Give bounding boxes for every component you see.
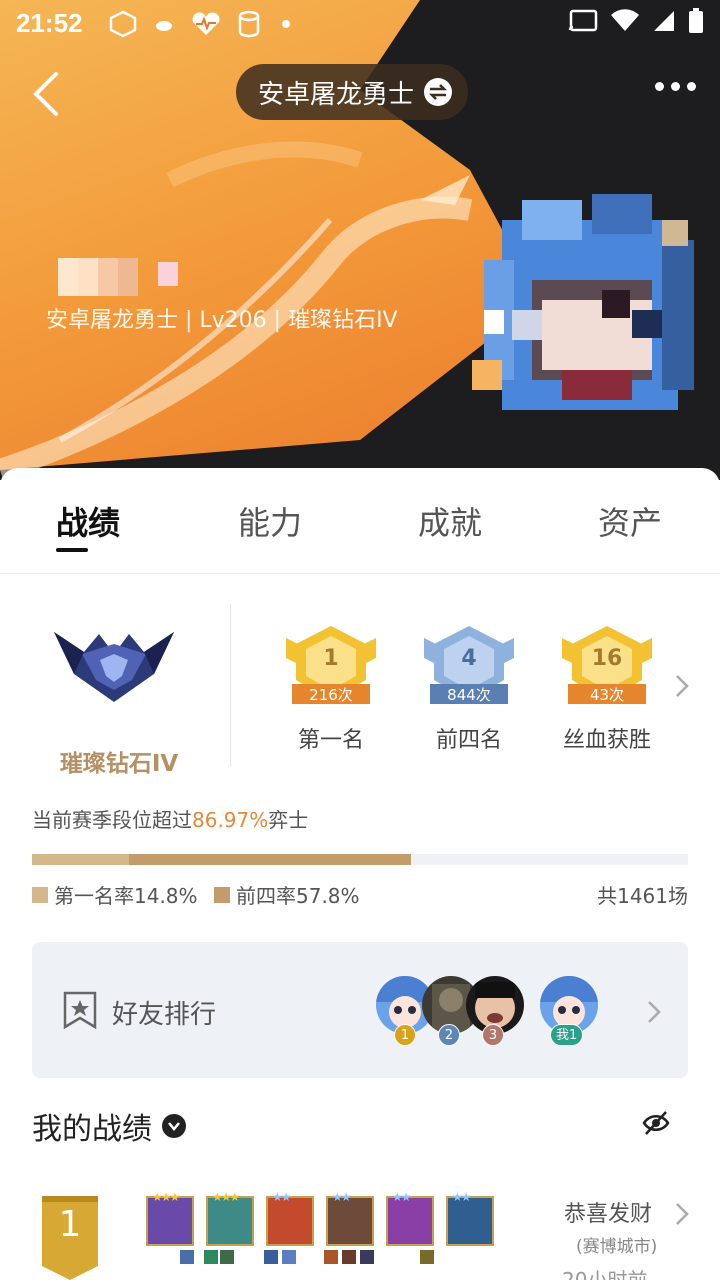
- total-games: 共1461场: [597, 884, 688, 908]
- match-player-name: 恭喜发财: [564, 1202, 653, 1227]
- more-options-button[interactable]: [655, 82, 696, 91]
- season-percentile: 当前赛季段位超过86.97%弈士: [32, 808, 309, 832]
- chevron-right-icon[interactable]: [672, 1200, 692, 1228]
- profile-summary: 安卓屠龙勇士 | Lv206 | 璀璨钻石IV: [46, 308, 398, 333]
- star-icon: ★★: [272, 1190, 291, 1204]
- page-title: 安卓屠龙勇士: [258, 79, 415, 110]
- legend-first-rate: 第一名率14.8%: [32, 880, 198, 909]
- item-icon: [420, 1250, 434, 1264]
- diamond-rank-emblem-icon: [54, 632, 174, 702]
- badge-count: 844次: [447, 686, 491, 704]
- active-tab-indicator: [56, 548, 88, 552]
- status-notification-icons: [108, 10, 292, 38]
- placement-flag: 1: [42, 1196, 98, 1280]
- champion-card[interactable]: ★★: [446, 1190, 494, 1246]
- database-icon: [238, 10, 260, 38]
- star-icon: ★★: [332, 1190, 351, 1204]
- legend-swatch: [32, 886, 48, 903]
- champion-card[interactable]: ★★: [326, 1190, 374, 1246]
- heartbeat-icon: [192, 12, 220, 36]
- badge-low-hp-win[interactable]: 16 43次: [560, 624, 654, 710]
- friend-rank-badge: 2: [438, 1024, 460, 1046]
- badge-top-four[interactable]: 4 844次: [422, 624, 516, 710]
- profile-header: 21:52 安卓屠龙勇士 安卓屠龙勇士 | Lv206 | 璀璨钻石IV: [0, 0, 720, 480]
- item-icon: [264, 1250, 278, 1264]
- friends-ranking-label: 好友排行: [112, 1000, 217, 1030]
- tab-records[interactable]: 战绩: [56, 498, 120, 544]
- badge-number: 16: [591, 646, 623, 671]
- tab-ability[interactable]: 能力: [238, 498, 302, 544]
- chevron-right-icon: [648, 1001, 661, 1023]
- nickname-pixelated: [58, 258, 178, 296]
- signal-icon: [654, 11, 674, 31]
- match-time: 20小时前: [562, 1268, 648, 1280]
- champion-card[interactable]: ★★: [266, 1190, 314, 1246]
- tab-achievements[interactable]: 成就: [418, 498, 482, 544]
- app-notification-icon: [109, 10, 137, 38]
- champion-card[interactable]: ★★: [386, 1190, 434, 1246]
- friend-rank-badge: 3: [482, 1024, 504, 1046]
- badge-number: 1: [323, 646, 339, 671]
- badge-label: 丝血获胜: [562, 728, 651, 753]
- chevron-left-icon: [33, 72, 58, 116]
- item-icon: [220, 1250, 234, 1264]
- status-bar: 21:52: [0, 0, 720, 50]
- star-icon: ★★★: [152, 1190, 180, 1204]
- status-time: 21:52: [16, 8, 83, 38]
- badge-count: 216次: [309, 686, 353, 704]
- star-icon: ★★: [392, 1190, 411, 1204]
- avatar[interactable]: [472, 180, 708, 430]
- back-button[interactable]: [26, 68, 72, 120]
- item-icon: [324, 1250, 338, 1264]
- item-icon: [282, 1250, 296, 1264]
- cast-icon: [568, 9, 598, 32]
- my-rank-badge: 我1: [550, 1024, 584, 1046]
- legend-top4-rate: 前四率57.8%: [214, 880, 360, 909]
- item-icon: [180, 1250, 194, 1264]
- badge-label: 第一名: [297, 728, 364, 753]
- swap-icon: [424, 78, 453, 106]
- friends-ranking-card[interactable]: 好友排行 1 2 3 我1: [32, 942, 688, 1078]
- item-icon: [204, 1250, 218, 1264]
- item-icon: [360, 1250, 374, 1264]
- star-icon: ★★★: [212, 1190, 240, 1204]
- percentile-value: 86.97%: [192, 808, 269, 832]
- match-mode: (赛博城市): [576, 1237, 658, 1257]
- tab-assets[interactable]: 资产: [598, 498, 662, 544]
- legend-swatch: [214, 886, 230, 903]
- badge-first-place[interactable]: 1 216次: [284, 624, 378, 710]
- placement-rate-bar: [32, 854, 688, 865]
- badge-label: 前四名: [435, 728, 502, 753]
- eye-off-icon[interactable]: [642, 1110, 670, 1136]
- battery-icon: [689, 8, 703, 33]
- chevron-down-icon[interactable]: [162, 1114, 186, 1138]
- first-rate-segment: [32, 854, 129, 865]
- star-icon: ★★: [452, 1190, 471, 1204]
- badge-number: 4: [461, 646, 477, 671]
- wifi-icon: [611, 9, 639, 31]
- champion-card[interactable]: ★★★: [146, 1190, 194, 1246]
- my-records-title: 我的战绩: [32, 1112, 152, 1147]
- rank-name: 璀璨钻石IV: [59, 751, 179, 777]
- account-switcher[interactable]: 安卓屠龙勇士: [236, 64, 469, 120]
- friend-rank-badge: 1: [394, 1024, 416, 1046]
- chevron-right-icon[interactable]: [672, 672, 692, 700]
- champion-card[interactable]: ★★★: [206, 1190, 254, 1246]
- dot-icon: [282, 20, 290, 28]
- divider: [230, 604, 231, 766]
- my-records-header[interactable]: 我的战绩: [32, 1104, 186, 1148]
- status-system-icons: [568, 8, 704, 34]
- item-icon: [342, 1250, 356, 1264]
- top4-rate-segment: [129, 854, 411, 865]
- cloud-icon: [156, 21, 172, 31]
- bookmark-star-icon: [63, 991, 97, 1030]
- tab-bar: 战绩 能力 成就 资产: [0, 468, 720, 574]
- badge-count: 43次: [589, 686, 625, 704]
- placement-number: 1: [58, 1204, 82, 1245]
